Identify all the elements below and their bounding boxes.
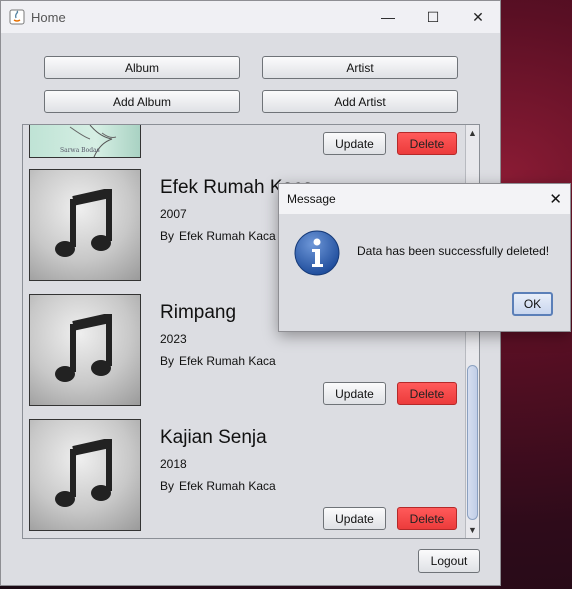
delete-button[interactable]: Delete (397, 507, 457, 530)
maximize-button[interactable]: ☐ (410, 1, 456, 33)
update-button[interactable]: Update (323, 382, 386, 405)
album-year: 2023 (160, 332, 187, 346)
album-cover-caption: Sarwa Bodas (60, 147, 100, 154)
dialog-title: Message (287, 192, 336, 206)
scroll-up-arrow-icon[interactable]: ▲ (466, 126, 479, 140)
close-button[interactable]: ✕ (455, 1, 501, 33)
scrollbar-thumb[interactable] (467, 365, 478, 520)
album-year: 2018 (160, 457, 187, 471)
album-by-label: By (160, 354, 175, 368)
music-note-icon (55, 439, 112, 507)
add-album-button[interactable]: Add Album (44, 90, 240, 113)
title-bar: Home — ☐ ✕ (1, 1, 500, 33)
update-button[interactable]: Update (323, 507, 386, 530)
logout-button[interactable]: Logout (418, 549, 480, 573)
album-artist: Efek Rumah Kaca (179, 354, 276, 368)
delete-button[interactable]: Delete (397, 132, 457, 155)
album-button[interactable]: Album (44, 56, 240, 79)
delete-button[interactable]: Delete (397, 382, 457, 405)
album-title: Kajian Senja (160, 427, 267, 448)
dialog-title-bar: Message ✕ (279, 184, 570, 214)
album-cover-image (29, 294, 141, 406)
album-title: Rimpang (160, 302, 237, 323)
minimize-button[interactable]: — (365, 1, 411, 33)
album-cover-image (29, 419, 141, 531)
scroll-down-arrow-icon[interactable]: ▼ (466, 523, 479, 537)
ok-button[interactable]: OK (512, 292, 553, 316)
album-artist: Efek Rumah Kaca (179, 479, 276, 493)
update-button[interactable]: Update (323, 132, 386, 155)
window-title: Home (31, 10, 66, 25)
dialog-message: Data has been successfully deleted! (357, 244, 550, 258)
album-by-label: By (160, 479, 175, 493)
message-dialog: Message ✕ Data has been successfully del… (278, 183, 571, 332)
album-cover-image: Sarwa Bodas (29, 125, 141, 158)
music-note-icon (55, 189, 112, 257)
album-cover-image (29, 169, 141, 281)
album-year: 2007 (160, 207, 187, 221)
close-icon[interactable]: ✕ (549, 190, 562, 208)
album-artist: Efek Rumah Kaca (179, 229, 276, 243)
artist-button[interactable]: Artist (262, 56, 458, 79)
add-artist-button[interactable]: Add Artist (262, 90, 458, 113)
info-icon (294, 230, 340, 276)
java-icon (9, 9, 25, 25)
album-by-label: By (160, 229, 175, 243)
music-note-icon (55, 314, 112, 382)
